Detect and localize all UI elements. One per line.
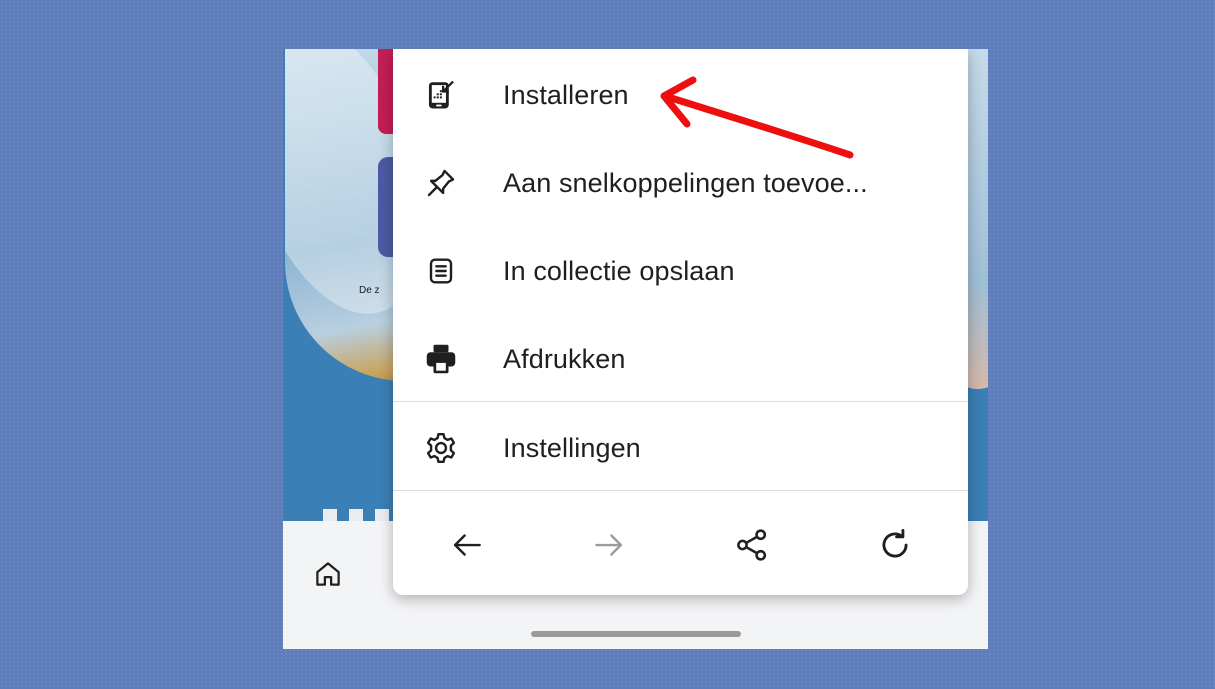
menu-item-label: In collectie opslaan <box>503 255 735 286</box>
menu-item-print[interactable]: Afdrukken <box>393 317 968 401</box>
home-button[interactable] <box>311 557 345 591</box>
home-indicator[interactable] <box>531 631 741 637</box>
install-app-icon <box>421 75 461 115</box>
menu-item-add-shortcut[interactable]: Aan snelkoppelingen toevoe... <box>393 141 968 225</box>
menu-item-label: Aan snelkoppelingen toevoe... <box>503 167 868 198</box>
back-button[interactable] <box>439 517 495 573</box>
browser-overflow-menu: Installeren Aan snelkoppelingen toevoe..… <box>393 49 968 595</box>
share-icon <box>737 529 767 561</box>
menu-item-settings[interactable]: Instellingen <box>393 406 968 490</box>
menu-item-label: Installeren <box>503 79 629 110</box>
forward-button[interactable] <box>581 517 637 573</box>
refresh-icon <box>882 529 908 558</box>
share-button[interactable] <box>724 517 780 573</box>
menu-item-install[interactable]: Installeren <box>393 53 968 137</box>
arrow-left-icon <box>453 534 481 556</box>
phone-screen: De z Installeren Aan snelkoppelingen toe… <box>283 49 988 649</box>
menu-item-label: Afdrukken <box>503 343 626 374</box>
menu-item-save-collection[interactable]: In collectie opslaan <box>393 229 968 313</box>
refresh-button[interactable] <box>867 517 923 573</box>
menu-nav-row <box>393 501 968 589</box>
decorative-dots <box>323 509 389 521</box>
home-icon <box>316 562 340 586</box>
arrow-right-icon <box>595 534 623 556</box>
pin-icon <box>421 163 461 203</box>
menu-divider <box>393 490 968 491</box>
caption-snippet: De z <box>359 285 380 296</box>
printer-icon <box>421 339 461 379</box>
collection-icon <box>421 251 461 291</box>
menu-item-label: Instellingen <box>503 432 641 463</box>
menu-divider <box>393 401 968 402</box>
gear-icon <box>421 428 461 468</box>
